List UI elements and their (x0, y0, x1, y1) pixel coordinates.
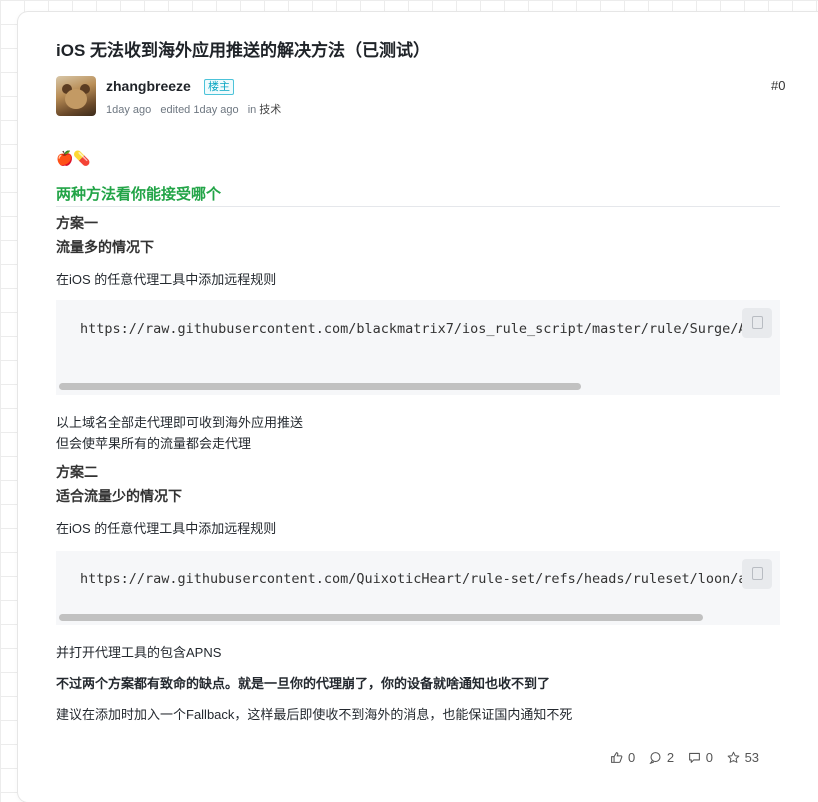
floor-number[interactable]: #0 (771, 78, 785, 93)
post-edited: edited 1day ago (160, 104, 239, 116)
emoji-line: 🍎💊 (56, 150, 91, 166)
avatar[interactable] (56, 76, 96, 116)
plan1-note2: 但会使苹果所有的流量都会走代理 (56, 436, 252, 451)
divider (56, 206, 780, 207)
plan1-code-block[interactable]: https://raw.githubusercontent.com/blackm… (56, 300, 780, 395)
plan1-code[interactable]: https://raw.githubusercontent.com/blackm… (80, 321, 755, 337)
warning-text: 不过两个方案都有致命的缺点。就是一旦你的代理崩了，你的设备就啥通知也收不到了 (56, 676, 551, 691)
plan1-title: 方案一 (56, 215, 98, 231)
copy-icon[interactable] (742, 308, 772, 338)
comment-count: 0 (705, 750, 713, 765)
reply-count: 2 (666, 750, 675, 765)
post-time: 1day ago (106, 104, 152, 116)
content-heading: 两种方法看你能接受哪个 (56, 186, 222, 203)
post-actions: 0 2 0 53 (610, 750, 769, 767)
plan1-subtitle: 流量多的情况下 (56, 239, 154, 255)
author-name[interactable]: zhangbreeze (106, 78, 191, 94)
comment-button[interactable]: 0 (688, 750, 713, 765)
post-meta: 1day ago edited 1day ago in 技术 (106, 101, 287, 117)
plan2-instruction: 在iOS 的任意代理工具中添加远程规则 (56, 521, 277, 536)
copy-icon[interactable] (742, 559, 772, 589)
advice-text: 建议在添加时加入一个Fallback，这样最后即使收不到海外的消息，也能保证国内… (56, 707, 573, 722)
comment-icon (688, 752, 700, 763)
plan1-instruction: 在iOS 的任意代理工具中添加远程规则 (56, 272, 277, 287)
plan1-scroll-thumb[interactable] (59, 383, 581, 390)
plan2-scroll-thumb[interactable] (59, 614, 703, 621)
plan1-scrollbar[interactable] (56, 380, 780, 392)
plan2-code-block[interactable]: https://raw.githubusercontent.com/Quixot… (56, 551, 780, 625)
plan2-note1: 并打开代理工具的包含APNS (56, 645, 222, 660)
plan1-note1: 以上域名全部走代理即可收到海外应用推送 (56, 415, 304, 430)
post-title: iOS 无法收到海外应用推送的解决方法（已测试） (56, 41, 431, 60)
star-count: 53 (744, 750, 760, 765)
author-badge: 楼主 (204, 79, 234, 95)
like-button[interactable]: 0 (610, 750, 635, 765)
category-link[interactable]: 技术 (259, 104, 281, 116)
reply-icon (649, 752, 661, 764)
plan2-title: 方案二 (56, 464, 98, 480)
category-prefix: in (247, 104, 257, 116)
reply-button[interactable]: 2 (649, 750, 674, 765)
plan2-code[interactable]: https://raw.githubusercontent.com/Quixot… (80, 571, 755, 587)
plan2-subtitle: 适合流量少的情况下 (56, 488, 182, 504)
thumbs-up-icon (611, 752, 623, 763)
like-count: 0 (628, 750, 636, 765)
star-icon (727, 751, 739, 763)
star-button[interactable]: 53 (727, 750, 759, 765)
plan2-scrollbar[interactable] (56, 611, 780, 623)
